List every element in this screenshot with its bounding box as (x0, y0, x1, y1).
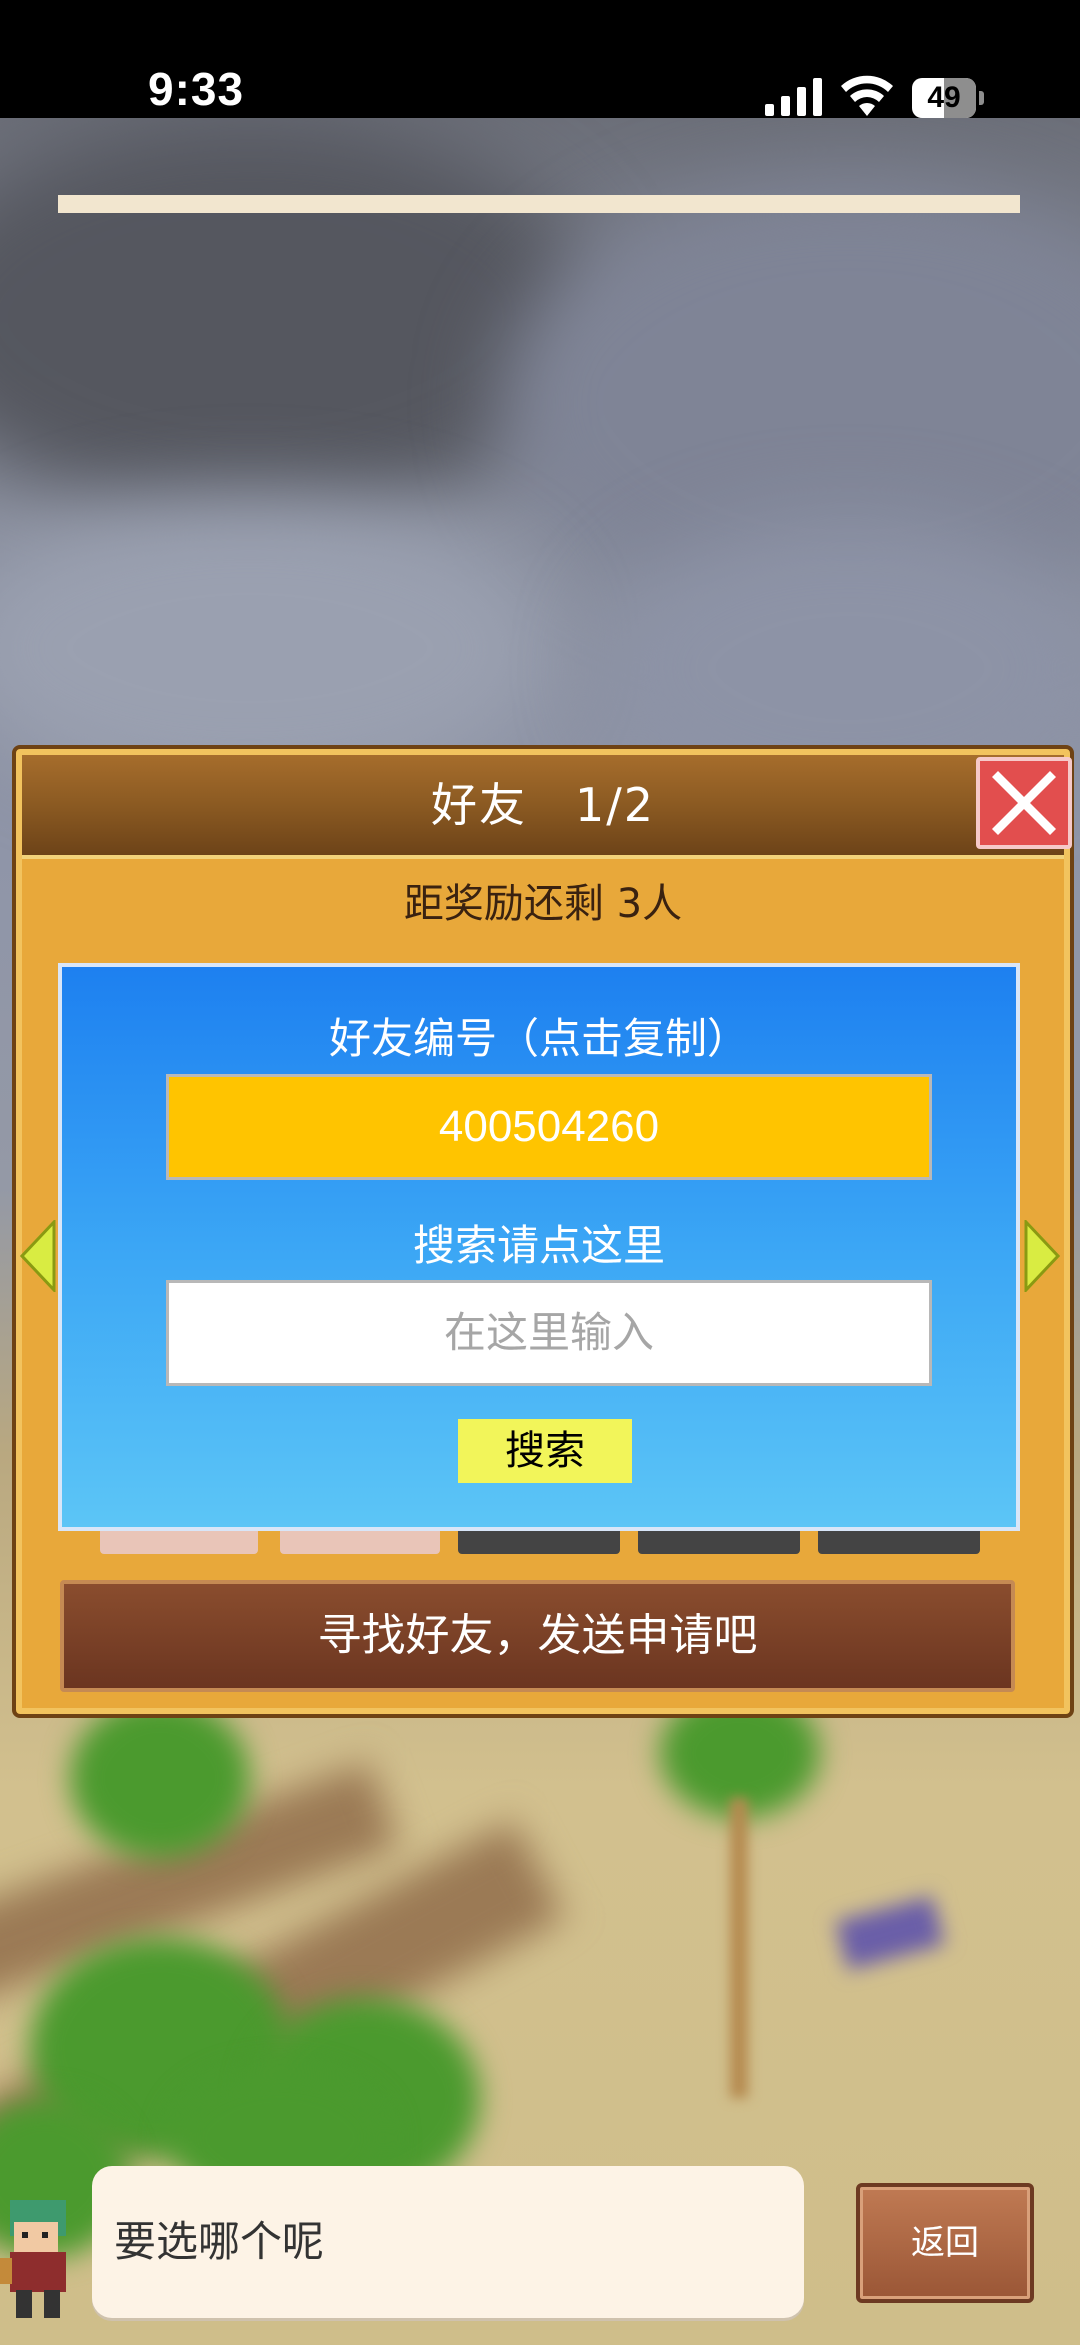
friend-slot[interactable] (100, 1530, 258, 1554)
search-button[interactable]: 搜索 (458, 1419, 632, 1483)
status-bar: 9:33 49 (0, 0, 1080, 118)
friend-slot[interactable] (280, 1530, 440, 1554)
arrow-left-icon[interactable] (20, 1220, 56, 1292)
friend-slot-strip (58, 195, 1020, 213)
panel-title: 好友 1/2 (430, 778, 656, 832)
battery-icon: 49 (912, 78, 986, 118)
reward-progress: 距奖励还剩 3人 (403, 881, 683, 927)
find-friend-button[interactable]: 寻找好友，发送申请吧 (60, 1580, 1015, 1692)
search-input[interactable]: 在这里输入 (166, 1280, 932, 1386)
search-label: 搜索请点这里 (412, 1221, 665, 1270)
character-avatar (0, 2200, 66, 2318)
back-button[interactable]: 返回 (856, 2183, 1034, 2303)
friend-slot[interactable] (818, 1530, 980, 1554)
friend-slot[interactable] (638, 1530, 800, 1554)
status-time: 9:33 (148, 63, 245, 115)
panel-header: 好友 1/2 (22, 755, 1064, 859)
battery-level: 49 (927, 81, 961, 114)
close-icon (992, 771, 1056, 835)
signal-icon (765, 78, 822, 116)
friend-id-label: 好友编号（点击复制） (328, 1014, 749, 1063)
close-button[interactable] (976, 757, 1072, 849)
friend-id-copy-button[interactable]: 400504260 (166, 1074, 932, 1180)
friend-slot[interactable] (458, 1530, 620, 1554)
wifi-icon (841, 75, 893, 116)
speech-text: 要选哪个呢 (114, 2217, 325, 2266)
speech-bubble: 要选哪个呢 (92, 2166, 804, 2318)
friend-search-dialog: 好友编号（点击复制） 400504260 搜索请点这里 在这里输入 搜索 (58, 963, 1020, 1531)
arrow-right-icon[interactable] (1024, 1220, 1060, 1292)
